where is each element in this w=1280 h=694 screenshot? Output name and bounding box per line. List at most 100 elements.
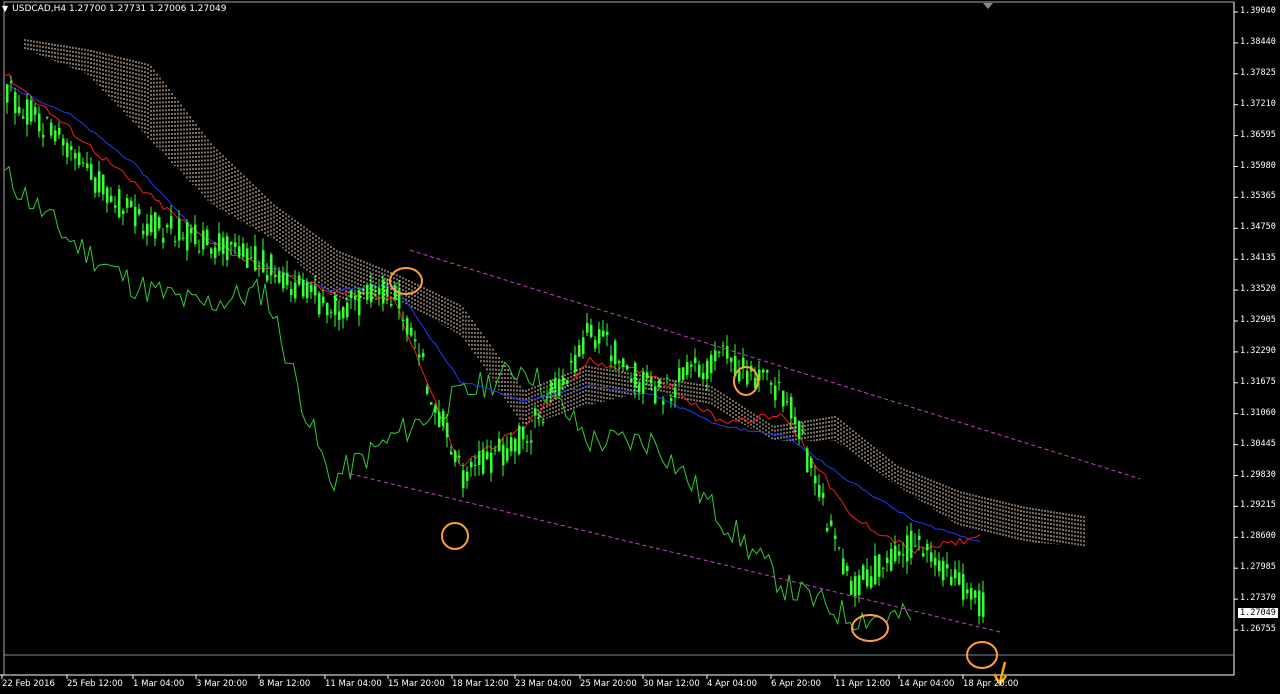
time-axis-label: 1 Mar 04:00 bbox=[133, 679, 185, 689]
candle-body bbox=[614, 340, 617, 365]
candle-body bbox=[914, 545, 917, 547]
candle-body bbox=[442, 410, 445, 427]
candle-body bbox=[630, 378, 633, 383]
time-axis-label: 15 Mar 20:00 bbox=[388, 679, 445, 689]
time-axis-label: 11 Mar 04:00 bbox=[325, 679, 382, 689]
candle-body bbox=[606, 331, 609, 336]
chart-header: ▼ USDCAD,H4 1.27700 1.27731 1.27006 1.270… bbox=[2, 4, 226, 14]
candle-body bbox=[638, 384, 641, 393]
dropdown-arrow-icon[interactable]: ▼ bbox=[2, 4, 8, 13]
candle-body bbox=[390, 304, 393, 306]
candle-body bbox=[982, 592, 985, 617]
price-axis-label: 1.27985 bbox=[1240, 562, 1276, 573]
candle-body bbox=[110, 195, 113, 203]
candle-body bbox=[546, 396, 549, 399]
candle-body bbox=[274, 275, 277, 277]
candle-body bbox=[478, 451, 481, 466]
candle-body bbox=[358, 290, 361, 316]
time-axis-label: 8 Mar 12:00 bbox=[259, 679, 311, 689]
candle-body bbox=[974, 590, 977, 598]
candle-body bbox=[702, 373, 705, 380]
candle-body bbox=[98, 171, 101, 193]
candle-body bbox=[210, 248, 213, 254]
candle-body bbox=[142, 230, 145, 235]
candle-body bbox=[226, 236, 229, 261]
candle-body bbox=[866, 569, 869, 587]
candle-body bbox=[650, 377, 653, 384]
candle-body bbox=[230, 241, 233, 245]
candle-body bbox=[578, 345, 581, 357]
price-axis-label: 1.27370 bbox=[1240, 593, 1276, 604]
candle-body bbox=[550, 381, 553, 393]
candle-body bbox=[918, 535, 921, 540]
candle-body bbox=[174, 241, 177, 243]
candle-body bbox=[366, 284, 369, 300]
price-axis-label: 1.38440 bbox=[1240, 36, 1276, 47]
candle-body bbox=[214, 247, 217, 259]
candle-body bbox=[698, 364, 701, 377]
candle-body bbox=[242, 243, 245, 257]
candle-body bbox=[270, 254, 273, 276]
candle-body bbox=[530, 440, 533, 443]
candle-body bbox=[818, 484, 821, 498]
scroll-marker-icon[interactable] bbox=[983, 3, 993, 9]
candle-body bbox=[882, 567, 885, 569]
candle-body bbox=[930, 552, 933, 562]
candle-body bbox=[394, 285, 397, 300]
price-axis-label: 1.37825 bbox=[1240, 67, 1276, 78]
candle-body bbox=[570, 360, 573, 363]
candle-body bbox=[354, 295, 357, 300]
candle-body bbox=[34, 107, 37, 115]
candle-body bbox=[786, 401, 789, 403]
time-axis-label: 3 Mar 20:00 bbox=[196, 679, 248, 689]
candle-body bbox=[58, 127, 61, 135]
candle-body bbox=[318, 293, 321, 315]
candle-body bbox=[562, 377, 565, 385]
candle-body bbox=[278, 271, 281, 283]
candle-body bbox=[374, 294, 377, 296]
price-axis-label: 1.39040 bbox=[1240, 6, 1276, 16]
candle-body bbox=[30, 100, 33, 122]
candle-body bbox=[714, 350, 717, 362]
candle-body bbox=[822, 492, 825, 498]
candle-body bbox=[134, 206, 137, 227]
candle-body bbox=[6, 84, 9, 103]
candle-body bbox=[770, 382, 773, 385]
candle-body bbox=[682, 367, 685, 380]
candle-body bbox=[302, 279, 305, 297]
time-axis-label: 25 Mar 20:00 bbox=[580, 679, 637, 689]
price-axis-label: 1.36595 bbox=[1240, 129, 1276, 140]
price-axis-label: 1.35365 bbox=[1240, 191, 1276, 202]
candle-body bbox=[458, 455, 461, 458]
candle-body bbox=[890, 548, 893, 571]
time-axis-label: 25 Feb 12:00 bbox=[67, 679, 123, 689]
chart-frame bbox=[0, 1, 1235, 676]
candle-body bbox=[802, 431, 805, 433]
candle-body bbox=[862, 565, 865, 580]
candle-body bbox=[330, 311, 333, 313]
candle-body bbox=[534, 408, 537, 416]
candle-body bbox=[910, 530, 913, 558]
candle-body bbox=[790, 396, 793, 419]
candle-body bbox=[282, 272, 285, 289]
ichimoku-price-chart[interactable] bbox=[0, 0, 1280, 694]
candle-body bbox=[878, 554, 881, 577]
candle-body bbox=[238, 246, 241, 257]
candle-body bbox=[402, 319, 405, 321]
candle-body bbox=[62, 138, 65, 146]
candle-body bbox=[926, 543, 929, 551]
time-axis-label: 18 Apr 20:00 bbox=[963, 679, 1019, 689]
candle-body bbox=[774, 385, 777, 401]
candle-body bbox=[470, 461, 473, 468]
price-axis-label: 1.33520 bbox=[1240, 284, 1276, 295]
candle-body bbox=[902, 554, 905, 556]
candle-body bbox=[710, 354, 713, 374]
candle-body bbox=[454, 450, 457, 463]
time-axis-label: 23 Mar 04:00 bbox=[515, 679, 572, 689]
candle-body bbox=[574, 354, 577, 372]
candle-body bbox=[886, 557, 889, 564]
candle-body bbox=[618, 361, 621, 364]
candle-body bbox=[830, 520, 833, 526]
candle-body bbox=[26, 99, 29, 125]
candle-body bbox=[870, 576, 873, 588]
